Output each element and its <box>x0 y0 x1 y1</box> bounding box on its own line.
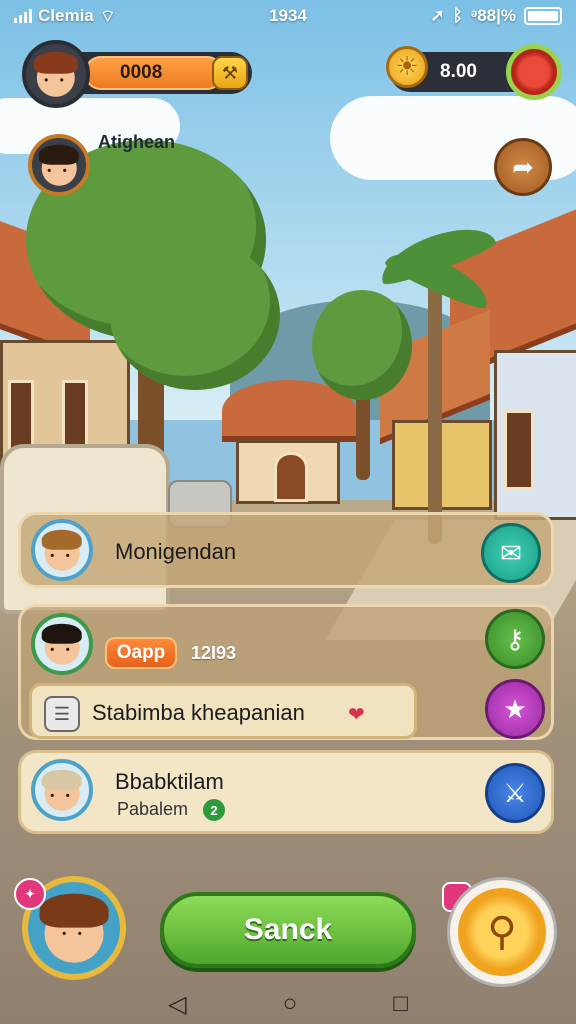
share-arrow-icon: ➦ <box>512 151 534 182</box>
wifi-icon: ⌔ <box>99 6 116 26</box>
list-avatar <box>31 519 93 581</box>
status-bar: Clemia ⌔ 1934 ➚ ᛒ ᵊ88|% <box>0 0 576 32</box>
key-icon: ⚷ <box>505 623 525 654</box>
list-item-subtitle: Pabalem <box>117 799 189 819</box>
hammer-icon[interactable]: ⚒ <box>212 56 248 90</box>
companion-avatar[interactable] <box>28 134 90 196</box>
weapon-button[interactable]: ⚔ <box>485 763 545 823</box>
tree-crown <box>312 290 412 400</box>
clock: 1934 <box>269 6 307 25</box>
carrier-name: Clemia <box>38 6 94 25</box>
system-nav-bar: ◁ ○ □ <box>0 984 576 1024</box>
signal-icon <box>14 9 32 23</box>
status-tag: Oapp <box>105 637 177 669</box>
notification-badge: ✦ <box>14 878 46 910</box>
chat-bubble-icon: ✉ <box>500 537 522 568</box>
location-icon: ➚ <box>430 6 445 25</box>
home-icon[interactable]: ○ <box>283 990 298 1018</box>
magnifier-button[interactable]: ⚲ <box>450 880 554 984</box>
count-badge: 2 <box>203 799 225 821</box>
list-item-3[interactable]: Bbabktilam Pabalem 2 ⚔ <box>18 750 554 834</box>
item-number: 12I93 <box>191 643 237 663</box>
search-cta-button[interactable]: Sanck <box>160 892 416 968</box>
red-action-button[interactable] <box>506 44 562 100</box>
chat-button[interactable]: ✉ <box>481 523 541 583</box>
recents-icon[interactable]: □ <box>393 990 408 1018</box>
list-avatar <box>31 613 93 675</box>
favorite-button[interactable]: ★ <box>485 679 545 739</box>
list-avatar <box>31 759 93 821</box>
share-button[interactable]: ➦ <box>494 138 552 196</box>
battery-icon <box>524 7 562 25</box>
score-value: 0008 <box>84 56 224 90</box>
companion-name: Atighean <box>98 132 176 152</box>
message-text: Stabimba kheapanian <box>92 700 305 725</box>
tree-crown <box>110 240 280 390</box>
player-avatar[interactable] <box>22 40 90 108</box>
list-item-title: Bbabktilam <box>115 769 224 794</box>
sun-coin-icon <box>386 46 428 88</box>
message-bar[interactable]: ☰ Stabimba kheapanian ❤ <box>29 683 417 739</box>
palm-trunk <box>428 280 442 544</box>
document-icon: ☰ <box>44 696 80 732</box>
list-item-2[interactable]: Oapp 12I93 ⚷ ☰ Stabimba kheapanian ❤ ★ <box>18 604 554 740</box>
magnifier-icon: ⚲ <box>487 910 517 954</box>
back-icon[interactable]: ◁ <box>168 990 186 1019</box>
key-button[interactable]: ⚷ <box>485 609 545 669</box>
star-icon: ★ <box>503 693 527 724</box>
heart-icon: ❤ <box>348 704 365 726</box>
bluetooth-icon: ᛒ <box>452 6 463 25</box>
sword-icon: ⚔ <box>503 777 527 808</box>
battery-percent: ᵊ88|% <box>470 6 516 25</box>
list-item-title: Monigendan <box>115 539 237 564</box>
list-item-1[interactable]: Monigendan ✉ <box>18 512 554 588</box>
